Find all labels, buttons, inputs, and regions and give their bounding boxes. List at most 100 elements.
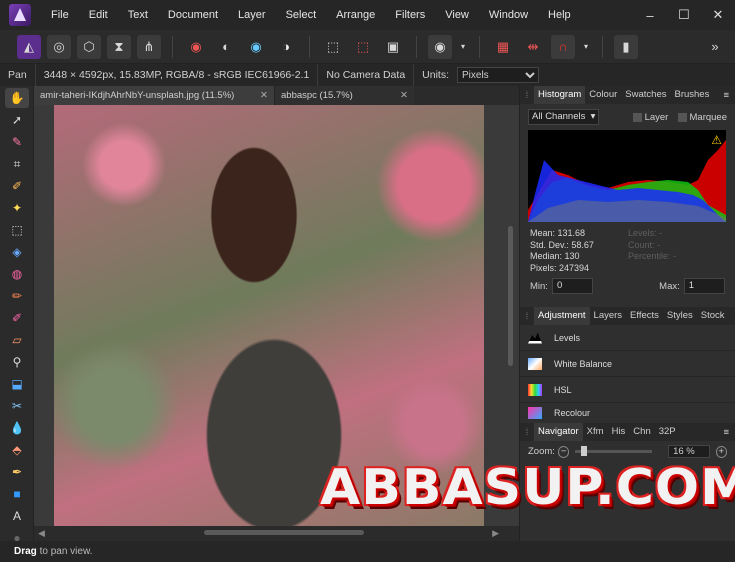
auto-levels-icon[interactable]: ◉ <box>184 35 208 59</box>
horizontal-scrollbar[interactable]: ◀ ▶ <box>34 526 519 541</box>
menu-arrange[interactable]: Arrange <box>326 9 385 21</box>
quick-mask-icon[interactable]: ◉ <box>428 34 452 59</box>
snapping-magnet-icon[interactable]: ∩ <box>551 34 575 59</box>
tab-channels[interactable]: Chn <box>629 423 654 441</box>
marquee-checkbox[interactable] <box>678 112 687 122</box>
panel-menu-icon[interactable]: ≡ <box>723 90 735 101</box>
menu-edit[interactable]: Edit <box>79 9 118 21</box>
selection-brush-tool-icon[interactable]: ✐ <box>5 176 29 196</box>
deselect-icon[interactable]: ⬚ <box>351 35 375 59</box>
tab-close-icon[interactable]: ✕ <box>260 86 268 105</box>
flood-fill-tool-icon[interactable]: ◈ <box>5 242 29 262</box>
marquee-tool-icon[interactable]: ⬚ <box>5 220 29 240</box>
tab-document-1[interactable]: amir-taheri-IKdjhAhrNbY-unsplash.jpg (11… <box>34 86 274 105</box>
color-picker-tool-icon[interactable]: ✎ <box>5 132 29 152</box>
tab-navigator[interactable]: Navigator <box>534 423 583 441</box>
adjustment-hsl[interactable]: HSL <box>520 377 735 403</box>
units-select[interactable]: Pixels <box>457 67 539 83</box>
maximize-button[interactable]: ☐ <box>667 7 701 23</box>
crop-tool-icon[interactable]: ⌗ <box>5 154 29 174</box>
menu-view[interactable]: View <box>435 9 479 21</box>
auto-white-balance-icon[interactable]: ◑ <box>274 35 298 59</box>
photo-persona-icon[interactable]: ◭ <box>17 34 41 59</box>
panel-grip-icon[interactable]: ⁞ <box>520 427 534 438</box>
menu-file[interactable]: File <box>41 9 79 21</box>
assistant-icon[interactable]: ▮ <box>614 34 638 59</box>
tab-stock[interactable]: Stock <box>697 307 729 325</box>
move-tool-icon[interactable]: ➚ <box>5 110 29 130</box>
tab-histogram[interactable]: Histogram <box>534 86 586 104</box>
snapping-dropdown-icon[interactable]: ▾ <box>581 35 591 59</box>
scroll-thumb[interactable] <box>204 530 364 535</box>
selection-rect-icon[interactable]: ⬚ <box>321 35 345 59</box>
snapping-grid-icon[interactable]: ▦ <box>491 35 515 59</box>
healing-brush-tool-icon[interactable]: ✂ <box>5 396 29 416</box>
vertical-scrollbar[interactable] <box>508 226 513 366</box>
tab-document-2[interactable]: abbaspc (15.7%) ✕ <box>274 86 414 105</box>
warning-icon[interactable]: ⚠ <box>711 133 722 147</box>
dodge-brush-tool-icon[interactable]: ✐ <box>5 308 29 328</box>
erase-brush-tool-icon[interactable]: ▱ <box>5 330 29 350</box>
max-field[interactable]: 1 <box>683 278 725 294</box>
invert-selection-icon[interactable]: ▣ <box>381 35 405 59</box>
pen-tool-icon[interactable]: ✒ <box>5 462 29 482</box>
hand-tool-icon[interactable]: ✋ <box>5 88 29 108</box>
adjustment-levels[interactable]: Levels <box>520 325 735 351</box>
menu-window[interactable]: Window <box>479 9 538 21</box>
menu-help[interactable]: Help <box>538 9 581 21</box>
menu-layer[interactable]: Layer <box>228 9 276 21</box>
tab-adjustment[interactable]: Adjustment <box>534 307 590 325</box>
zoom-slider-handle[interactable] <box>581 446 588 456</box>
affinity-photo-logo-icon[interactable] <box>9 4 31 26</box>
clone-brush-tool-icon[interactable]: ⬓ <box>5 374 29 394</box>
quick-mask-dropdown-icon[interactable]: ▾ <box>458 35 468 59</box>
tab-effects[interactable]: Effects <box>626 307 663 325</box>
rectangle-tool-icon[interactable]: ■ <box>5 484 29 504</box>
toolbar-overflow-icon[interactable]: » <box>703 35 727 59</box>
auto-contrast-icon[interactable]: ◐ <box>214 35 238 59</box>
develop-persona-icon[interactable]: ⬡ <box>77 34 101 59</box>
zoom-in-icon[interactable]: + <box>715 445 727 458</box>
scroll-right-icon[interactable]: ▶ <box>492 528 499 539</box>
export-persona-icon[interactable]: ⋔ <box>137 34 161 59</box>
menu-filters[interactable]: Filters <box>385 9 435 21</box>
adjustment-recolour[interactable]: Recolour <box>520 403 735 423</box>
menu-text[interactable]: Text <box>118 9 158 21</box>
auto-colours-icon[interactable]: ◉ <box>244 35 268 59</box>
zoom-field[interactable]: 16 % <box>668 445 710 458</box>
zoom-tool-icon[interactable]: ⚲ <box>5 352 29 372</box>
tab-32p[interactable]: 32P <box>655 423 680 441</box>
close-button[interactable]: ✕ <box>701 7 735 23</box>
tab-transform[interactable]: Xfm <box>583 423 608 441</box>
tab-brushes[interactable]: Brushes <box>670 86 713 104</box>
paint-brush-tool-icon[interactable]: ✏ <box>5 286 29 306</box>
force-pixel-alignment-icon[interactable]: ⇹ <box>521 35 545 59</box>
tab-colour[interactable]: Colour <box>585 86 621 104</box>
blur-brush-tool-icon[interactable]: 💧 <box>5 418 29 438</box>
tone-mapping-persona-icon[interactable]: ⧗ <box>107 34 131 59</box>
channel-dropdown[interactable]: All Channels ▾ <box>528 109 600 125</box>
tab-history[interactable]: His <box>608 423 630 441</box>
zoom-slider[interactable] <box>575 446 653 456</box>
menu-select[interactable]: Select <box>276 9 327 21</box>
panel-grip-icon[interactable]: ⁞ <box>520 311 534 322</box>
scroll-left-icon[interactable]: ◀ <box>38 528 45 539</box>
tab-layers[interactable]: Layers <box>590 307 627 325</box>
panel-grip-icon[interactable]: ⁞ <box>520 90 534 101</box>
layer-checkbox[interactable] <box>633 112 642 122</box>
flood-select-tool-icon[interactable]: ✦ <box>5 198 29 218</box>
min-field[interactable]: 0 <box>551 278 594 294</box>
text-tool-icon[interactable]: A <box>5 506 29 526</box>
minimize-button[interactable]: – <box>633 8 667 23</box>
toolbar-divider <box>416 35 417 58</box>
retouch-tool-icon[interactable]: ⬘ <box>5 440 29 460</box>
tab-swatches[interactable]: Swatches <box>621 86 670 104</box>
liquify-persona-icon[interactable]: ◎ <box>47 34 71 59</box>
panel-menu-icon[interactable]: ≡ <box>723 427 735 438</box>
menu-document[interactable]: Document <box>158 9 228 21</box>
zoom-out-icon[interactable]: − <box>557 445 570 458</box>
tab-close-icon[interactable]: ✕ <box>400 86 408 105</box>
gradient-tool-icon[interactable]: ◍ <box>5 264 29 284</box>
tab-styles[interactable]: Styles <box>663 307 697 325</box>
adjustment-white-balance[interactable]: White Balance <box>520 351 735 377</box>
